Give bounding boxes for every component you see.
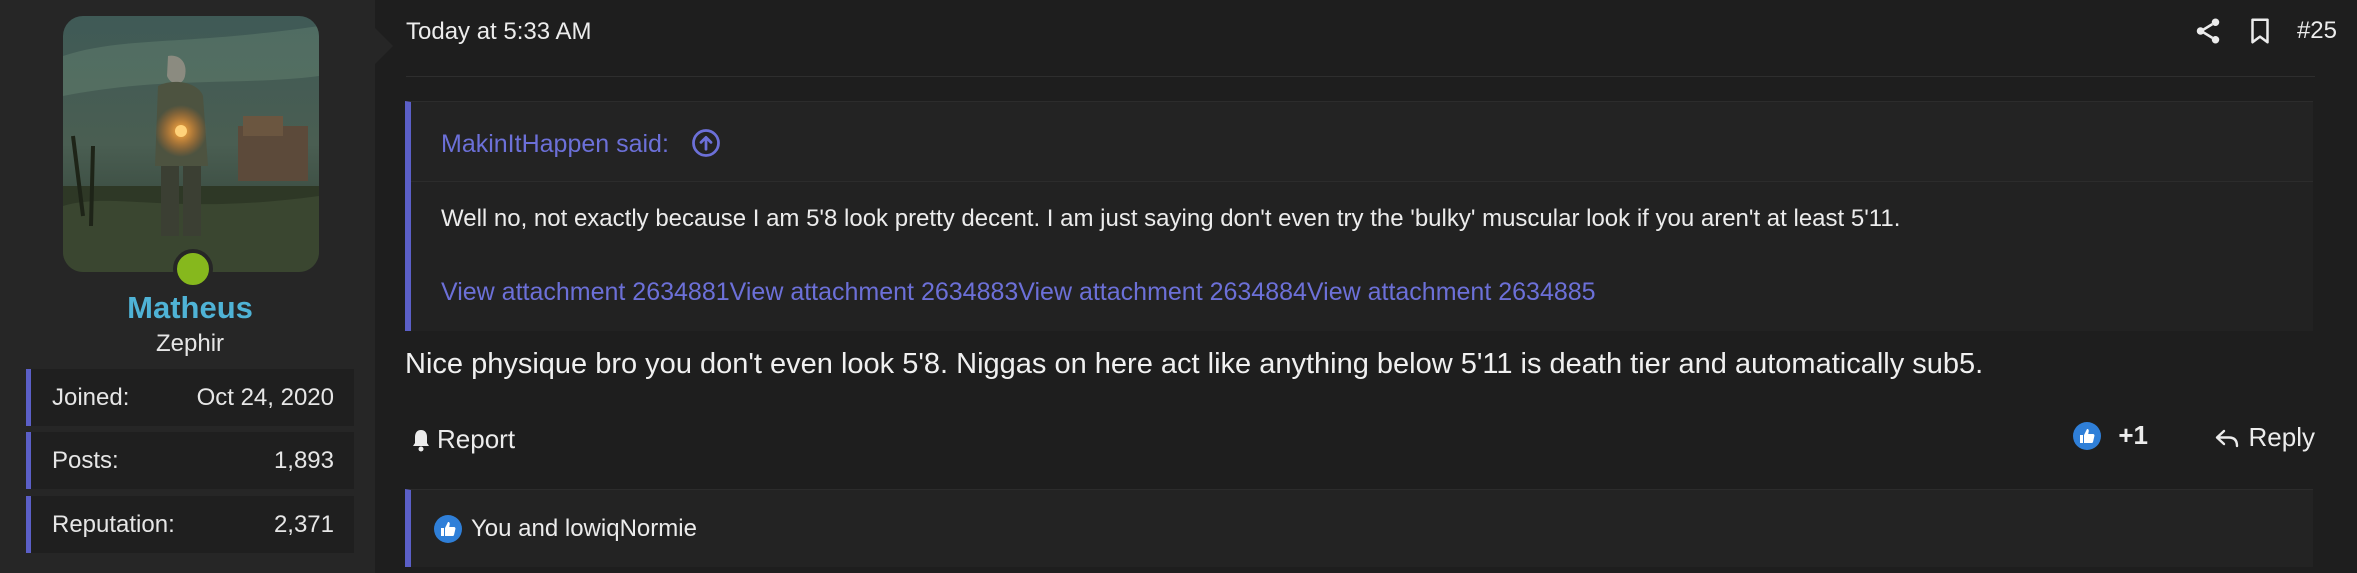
stat-posts: Posts: 1,893 — [26, 432, 354, 489]
report-label: Report — [437, 424, 516, 454]
post-date[interactable]: Today at 5:33 AM — [406, 18, 591, 46]
stat-value: 2,371 — [273, 510, 334, 538]
report-button[interactable]: Report — [411, 424, 515, 455]
post-header-tools: #25 — [2193, 16, 2337, 46]
arrow-up-circle-icon[interactable] — [691, 128, 721, 158]
reply-icon — [2215, 429, 2238, 447]
share-icon[interactable] — [2193, 16, 2223, 46]
attachment-link[interactable]: View attachment 2634881 — [441, 278, 730, 307]
bell-icon — [413, 429, 429, 451]
like-count-value: +1 — [2118, 420, 2148, 450]
stat-label: Reputation: — [52, 510, 175, 538]
post-actions: Report +1 Reply — [405, 420, 2315, 460]
bookmark-icon[interactable] — [2245, 16, 2275, 46]
like-count[interactable]: +1 — [2072, 420, 2148, 451]
like-icon — [434, 514, 462, 543]
user-sidebar: Matheus Zephir Joined: Oct 24, 2020 Post… — [0, 0, 393, 573]
header-divider — [406, 76, 2315, 77]
quote-text: Well no, not exactly because I am 5'8 lo… — [441, 205, 1901, 232]
stat-label: Joined: — [52, 383, 130, 411]
stat-value: Oct 24, 2020 — [196, 383, 334, 411]
attachment-link[interactable]: View attachment 2634885 — [1307, 278, 1596, 307]
reactions-bar[interactable]: You and lowiqNormie — [405, 489, 2313, 567]
username[interactable]: Matheus — [0, 290, 380, 326]
like-icon — [2073, 421, 2102, 450]
quote-author-link[interactable]: MakinItHappen said: — [441, 130, 669, 159]
quote-header: MakinItHappen said: — [411, 102, 2313, 182]
stat-label: Posts: — [52, 446, 119, 474]
online-status-dot — [173, 249, 213, 289]
user-title: Zephir — [155, 330, 225, 357]
quote-block: MakinItHappen said: Well no, not exactly… — [405, 101, 2313, 331]
reply-label: Reply — [2248, 422, 2315, 452]
stat-joined: Joined: Oct 24, 2020 — [26, 369, 354, 426]
post-number[interactable]: #25 — [2297, 17, 2337, 45]
post-header: Today at 5:33 AM #25 — [406, 0, 2337, 66]
avatar[interactable] — [63, 16, 319, 272]
post-body: Nice physique bro you don't even look 5'… — [405, 348, 1984, 380]
attachment-link[interactable]: View attachment 2634884 — [1018, 278, 1307, 307]
attachment-link[interactable]: View attachment 2634883 — [730, 278, 1019, 307]
avatar-image — [63, 16, 319, 272]
stat-reputation: Reputation: 2,371 — [26, 496, 354, 553]
reply-button[interactable]: Reply — [2214, 422, 2315, 453]
quote-attachments: View attachment 2634881 View attachment … — [441, 278, 1596, 307]
reactions-text[interactable]: You and lowiqNormie — [471, 515, 697, 543]
stat-value: 1,893 — [273, 446, 334, 474]
